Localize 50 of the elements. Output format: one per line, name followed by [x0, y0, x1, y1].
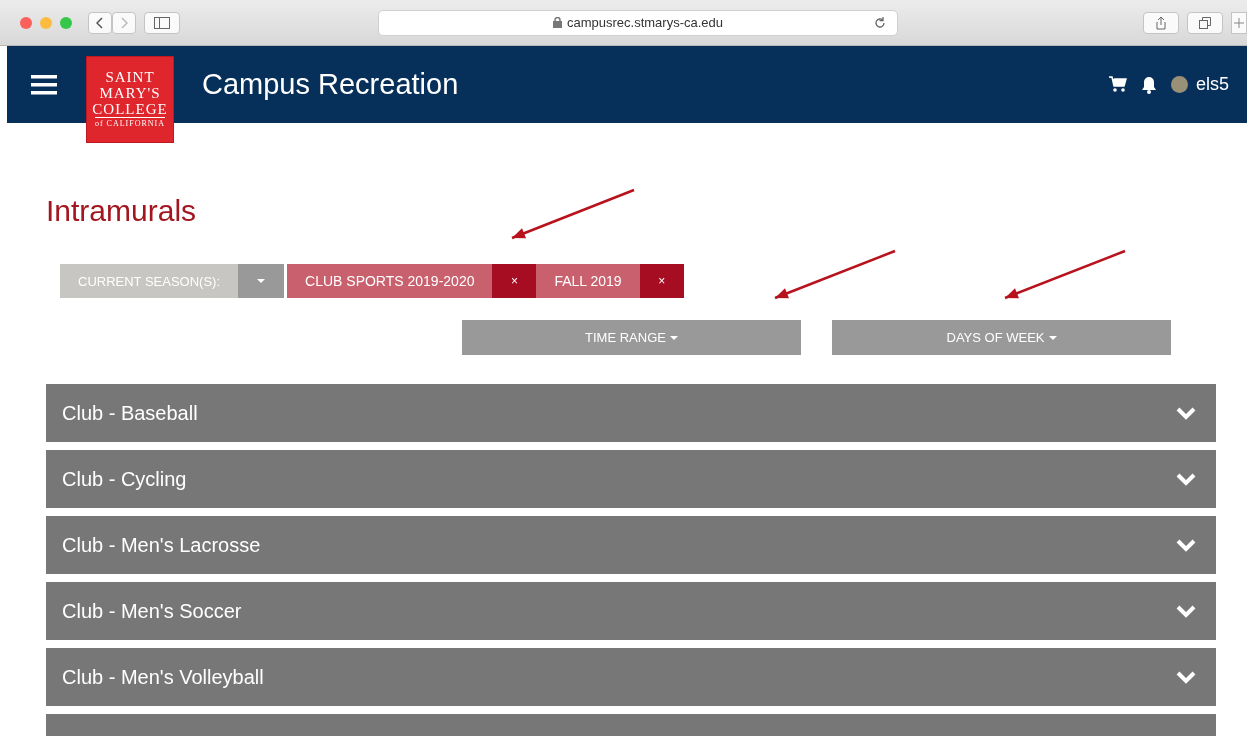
remove-button[interactable]: × — [639, 264, 684, 298]
accordion-header[interactable]: Club - Baseball — [46, 384, 1216, 442]
sidebar-icon — [154, 16, 170, 29]
season-label: CURRENT SEASON(S): — [60, 264, 239, 298]
sport-title: Club - Baseball — [62, 401, 198, 425]
accordion-header[interactable]: Club - Men's Lacrosse — [46, 516, 1216, 574]
page-title: Intramurals — [46, 193, 197, 229]
sport-title: Club - Cycling — [62, 467, 187, 491]
avatar[interactable] — [1170, 76, 1188, 93]
menu-icon[interactable] — [31, 74, 57, 95]
caret-icon — [669, 335, 678, 340]
sidebar-button[interactable] — [144, 11, 180, 34]
accordion-header[interactable]: Club - Men's Soccer — [46, 582, 1216, 640]
filter-dropdown[interactable]: DAYS OF WEEK — [832, 320, 1171, 355]
season-chip: CLUB SPORTS 2019-2020 — [287, 264, 493, 298]
season-chip: FALL 2019 — [536, 264, 640, 298]
filter-dropdown[interactable]: TIME RANGE — [462, 320, 801, 355]
sport-title: Club - Men's Soccer — [62, 599, 242, 623]
sport-title: Club - Men's Volleyball — [62, 665, 264, 689]
accordion-header[interactable]: Club - Men's Volleyball — [46, 648, 1216, 706]
sport-title: Club - Men's Lacrosse — [62, 533, 261, 557]
reload-icon[interactable] — [873, 15, 887, 30]
chevron-right-icon — [120, 16, 128, 29]
site-title: Campus Recreation — [202, 68, 459, 101]
logo-text: COLLEGE — [92, 101, 168, 117]
back-button[interactable] — [88, 11, 112, 34]
caret-icon — [1048, 335, 1057, 340]
forward-button[interactable] — [112, 11, 136, 34]
bell-icon[interactable] — [1140, 75, 1157, 94]
cart-icon[interactable] — [1108, 76, 1127, 93]
maximize-button[interactable] — [60, 16, 72, 29]
share-button[interactable] — [1143, 11, 1179, 34]
address-bar[interactable]: campusrec.stmarys-ca.edu — [378, 9, 898, 36]
logo-text: SAINT — [105, 69, 155, 85]
close-button[interactable] — [20, 16, 32, 29]
remove-button[interactable]: × — [492, 264, 537, 298]
logo-text: of CALIFORNIA — [94, 117, 166, 130]
tabs-icon — [1199, 16, 1211, 29]
plus-icon — [1234, 17, 1244, 28]
chevron-left-icon — [96, 16, 104, 29]
tabs-button[interactable] — [1187, 11, 1223, 34]
season-dropdown-button[interactable] — [238, 264, 285, 298]
accordion-header[interactable]: Club - Cycling — [46, 450, 1216, 508]
share-icon — [1155, 15, 1167, 30]
logo-text: MARY'S — [99, 85, 161, 101]
lock-icon — [552, 17, 562, 28]
caret-icon — [257, 279, 266, 283]
username[interactable]: els5 — [1195, 74, 1229, 95]
new-tab-button[interactable] — [1231, 11, 1247, 34]
college-logo[interactable]: SAINT MARY'S COLLEGE of CALIFORNIA — [86, 56, 174, 143]
